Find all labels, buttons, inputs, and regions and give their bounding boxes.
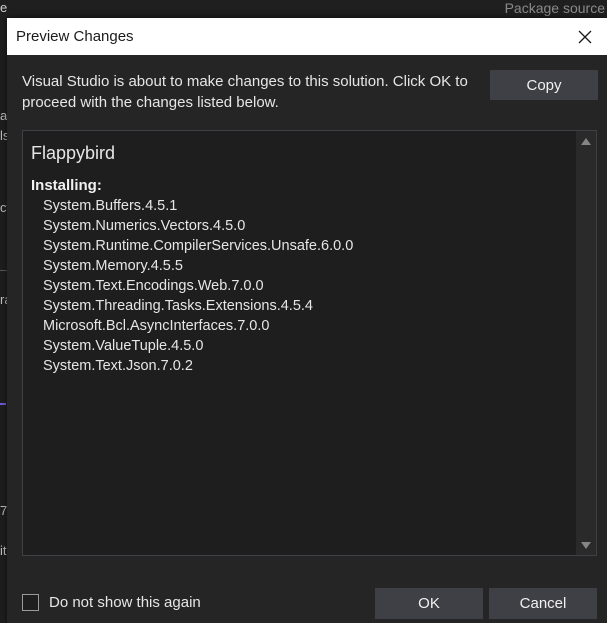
intro-text: Visual Studio is about to make changes t… bbox=[22, 73, 468, 111]
dialog-titlebar: Preview Changes bbox=[7, 18, 607, 55]
background-accent bbox=[0, 403, 6, 405]
ok-button[interactable]: OK bbox=[375, 588, 483, 619]
triangle-up-icon bbox=[581, 137, 591, 145]
list-item: System.Threading.Tasks.Extensions.4.5.4 bbox=[43, 298, 313, 314]
dont-show-again-checkbox[interactable]: Do not show this again bbox=[22, 594, 201, 611]
scroll-up-button[interactable] bbox=[576, 131, 596, 151]
scroll-down-button[interactable] bbox=[576, 535, 596, 555]
background-text: e bbox=[0, 0, 8, 15]
list-item: System.Text.Json.7.0.2 bbox=[43, 358, 193, 374]
dialog-title: Preview Changes bbox=[16, 28, 134, 45]
project-name: Flappybird bbox=[31, 143, 116, 163]
close-icon bbox=[578, 30, 592, 43]
cancel-button[interactable]: Cancel bbox=[489, 588, 597, 619]
list-item: System.Memory.4.5.5 bbox=[43, 258, 183, 274]
copy-button[interactable]: Copy bbox=[490, 70, 598, 100]
list-item: System.ValueTuple.4.5.0 bbox=[43, 338, 204, 354]
package-source-label: Package source bbox=[504, 0, 605, 16]
list-item: System.Text.Encodings.Web.7.0.0 bbox=[43, 278, 264, 294]
package-list: System.Buffers.4.5.1 System.Numerics.Vec… bbox=[43, 196, 353, 376]
list-item: System.Numerics.Vectors.4.5.0 bbox=[43, 218, 246, 234]
dont-show-again-label: Do not show this again bbox=[49, 594, 201, 611]
list-item: System.Buffers.4.5.1 bbox=[43, 198, 178, 214]
changes-panel[interactable]: Flappybird Installing: System.Buffers.4.… bbox=[22, 130, 597, 556]
list-item: System.Runtime.CompilerServices.Unsafe.6… bbox=[43, 238, 354, 254]
installing-label: Installing: bbox=[31, 177, 102, 194]
list-item: Microsoft.Bcl.AsyncInterfaces.7.0.0 bbox=[43, 318, 270, 334]
background-ide-top: e Package source bbox=[0, 0, 607, 18]
triangle-down-icon bbox=[581, 541, 591, 549]
close-button[interactable] bbox=[563, 18, 607, 55]
checkbox-box[interactable] bbox=[22, 594, 39, 611]
preview-changes-dialog: Preview Changes Visual Studio is about t… bbox=[7, 18, 607, 623]
vertical-scrollbar[interactable] bbox=[576, 131, 596, 555]
